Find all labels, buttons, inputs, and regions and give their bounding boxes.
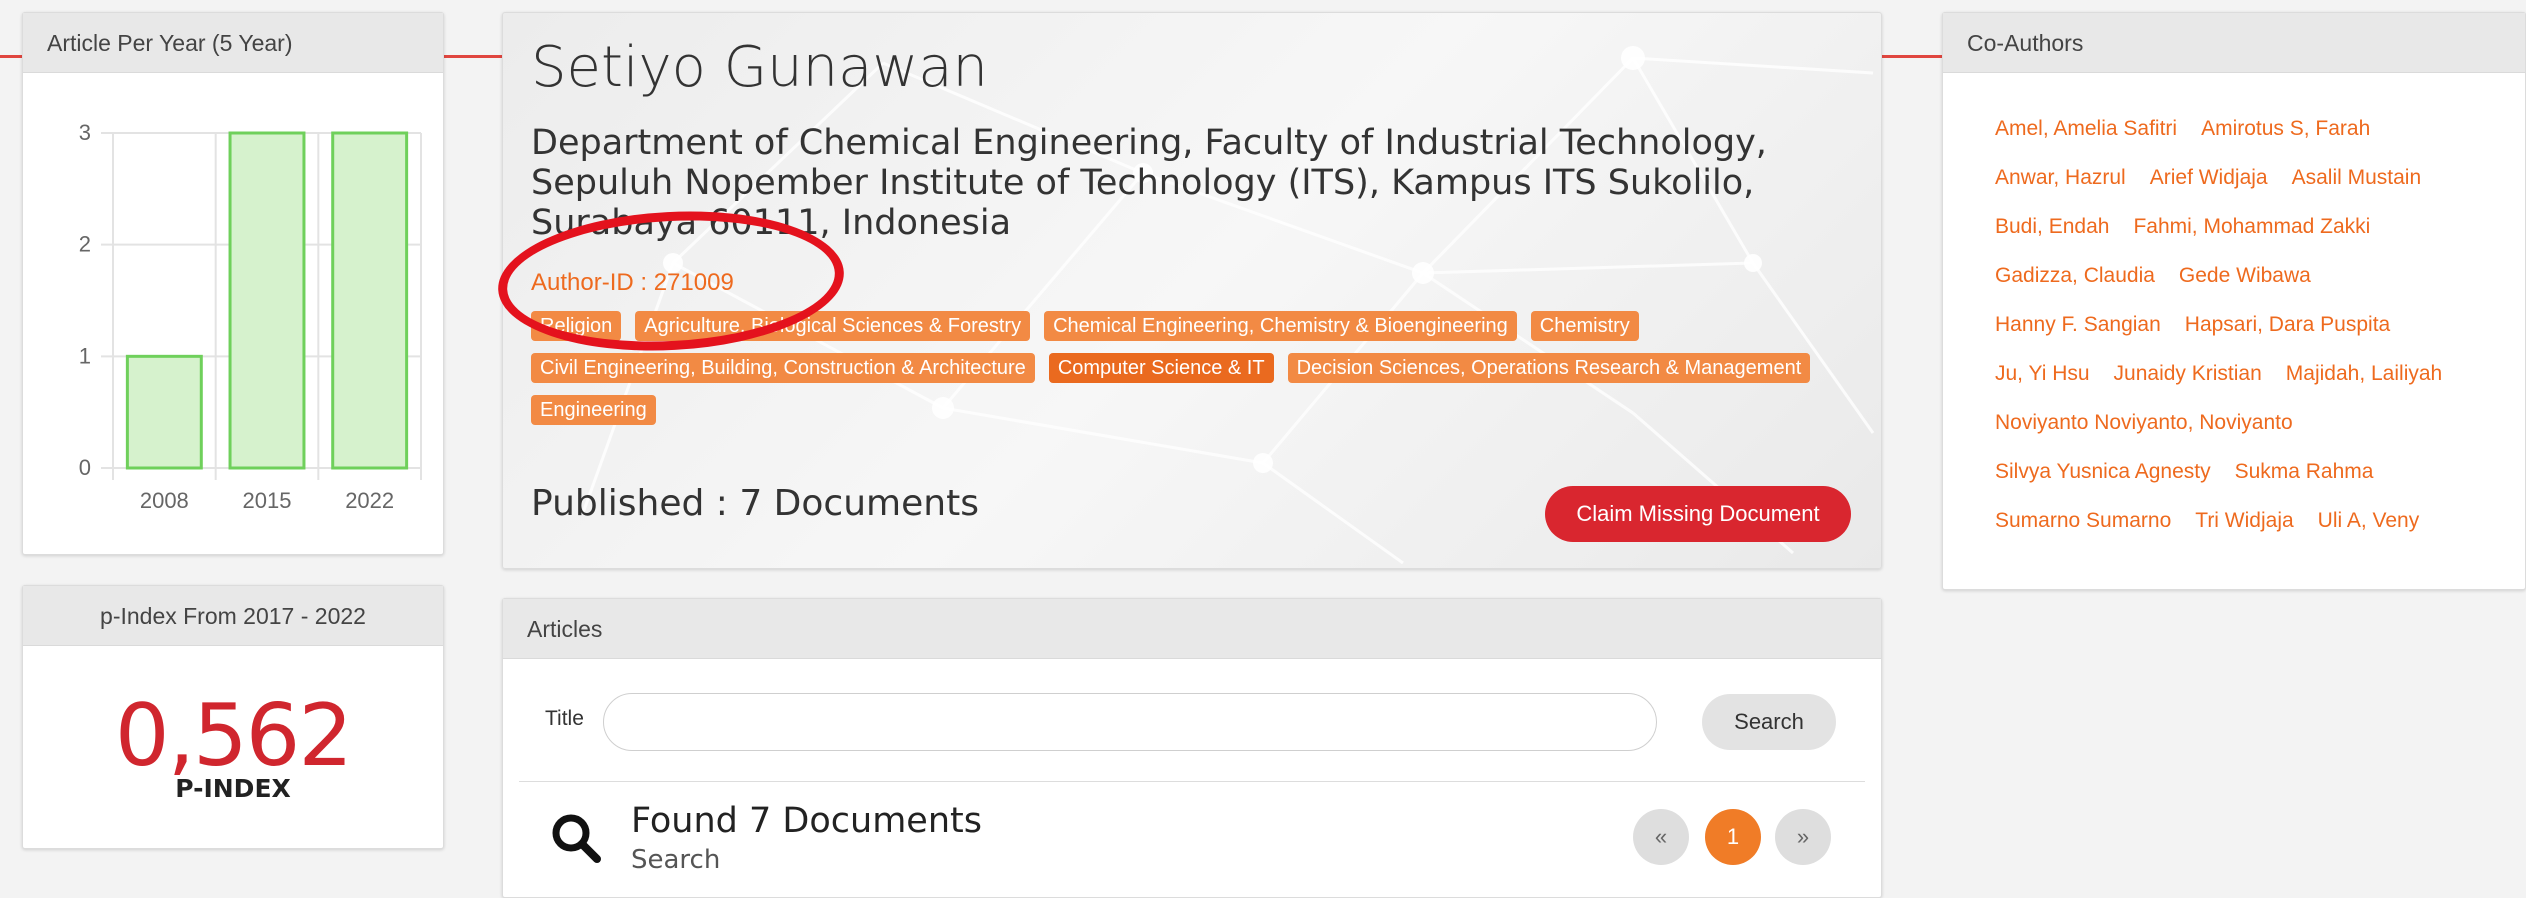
y-tick-label: 2 xyxy=(79,232,91,257)
published-count: Published : 7 Documents xyxy=(531,483,979,524)
coauthor-link[interactable]: Gadizza, Claudia xyxy=(1995,264,2155,288)
found-documents-title: Found 7 Documents xyxy=(631,801,982,841)
coauthor-link[interactable]: Amel, Amelia Safitri xyxy=(1995,117,2177,141)
subject-tag[interactable]: Computer Science & IT xyxy=(1048,353,1274,383)
header-accent-line xyxy=(1882,55,1942,58)
claim-missing-document-button[interactable]: Claim Missing Document xyxy=(1545,486,1851,542)
title-search-input[interactable] xyxy=(603,693,1657,751)
header-accent-line xyxy=(0,55,22,58)
subject-tag[interactable]: Decision Sciences, Operations Research &… xyxy=(1287,353,1811,383)
coauthor-link[interactable]: Sumarno Sumarno xyxy=(1995,509,2171,533)
pagination-page-button[interactable]: 1 xyxy=(1705,809,1761,865)
coauthor-link[interactable]: Asalil Mustain xyxy=(2292,166,2422,190)
article-per-year-panel: Article Per Year (5 Year) 0 1 2 3 2008 2015 20… xyxy=(22,12,444,555)
coauthor-link[interactable]: Budi, Endah xyxy=(1995,215,2109,239)
coauthors-panel-title: Co-Authors xyxy=(1943,13,2525,73)
coauthor-link[interactable]: Uli A, Veny xyxy=(2318,509,2420,533)
pagination-next-button[interactable]: » xyxy=(1775,809,1831,865)
coauthor-link[interactable]: Gede Wibawa xyxy=(2179,264,2311,288)
subject-tag[interactable]: Engineering xyxy=(531,395,656,425)
articles-panel-title: Articles xyxy=(503,599,1881,659)
coauthor-link[interactable]: Majidah, Lailiyah xyxy=(2286,362,2442,386)
coauthor-link[interactable]: Noviyanto Noviyanto, Noviyanto xyxy=(1995,411,2293,435)
pindex-label: P-INDEX xyxy=(175,774,291,803)
coauthor-link[interactable]: Fahmi, Mohammad Zakki xyxy=(2133,215,2370,239)
bar-2022 xyxy=(331,131,409,470)
x-tick-label: 2015 xyxy=(243,488,292,513)
coauthor-link[interactable]: Arief Widjaja xyxy=(2150,166,2268,190)
divider xyxy=(519,781,1865,782)
coauthor-link[interactable]: Sukma Rahma xyxy=(2235,460,2374,484)
pindex-panel: p-Index From 2017 - 2022 0,562 P-INDEX xyxy=(22,585,444,849)
bar-2008 xyxy=(125,354,203,470)
subject-tag[interactable]: Chemistry xyxy=(1530,311,1639,341)
bar-2015 xyxy=(228,131,306,470)
y-tick-label: 1 xyxy=(79,343,91,368)
articles-panel: Articles Title Search Found 7 Documents … xyxy=(502,598,1882,898)
coauthor-link[interactable]: Tri Widjaja xyxy=(2195,509,2293,533)
y-tick-label: 0 xyxy=(79,455,91,480)
coauthors-panel: Co-Authors Amel, Amelia Safitri Amirotus … xyxy=(1942,12,2526,590)
author-name: Setiyo Gunawan xyxy=(531,35,989,100)
title-label: Title xyxy=(545,707,584,730)
subject-tag[interactable]: Chemical Engineering, Chemistry & Bioeng… xyxy=(1044,311,1517,341)
coauthor-link[interactable]: Amirotus S, Farah xyxy=(2201,117,2370,141)
coauthor-link[interactable]: Ju, Yi Hsu xyxy=(1995,362,2090,386)
search-button[interactable]: Search xyxy=(1702,694,1836,750)
coauthor-link[interactable]: Anwar, Hazrul xyxy=(1995,166,2126,190)
coauthor-link[interactable]: Hanny F. Sangian xyxy=(1995,313,2161,337)
coauthor-link[interactable]: Silvya Yusnica Agnesty xyxy=(1995,460,2211,484)
coauthors-list: Amel, Amelia Safitri Amirotus S, Farah An… xyxy=(1995,117,2515,558)
found-documents-subtitle: Search xyxy=(631,845,721,875)
coauthor-link[interactable]: Junaidy Kristian xyxy=(2114,362,2262,386)
pindex-panel-title: p-Index From 2017 - 2022 xyxy=(23,586,443,646)
y-tick-label: 3 xyxy=(79,120,91,145)
search-icon xyxy=(552,814,601,863)
chart-panel-title: Article Per Year (5 Year) xyxy=(23,13,443,73)
pindex-value: 0,562 xyxy=(114,686,353,786)
x-tick-label: 2022 xyxy=(345,488,394,513)
header-accent-line xyxy=(444,55,502,58)
subject-tag[interactable]: Civil Engineering, Building, Constructio… xyxy=(531,353,1035,383)
coauthor-link[interactable]: Hapsari, Dara Puspita xyxy=(2185,313,2390,337)
pagination-prev-button[interactable]: « xyxy=(1633,809,1689,865)
article-per-year-chart: 0 1 2 3 2008 2015 2022 xyxy=(79,120,422,513)
x-tick-label: 2008 xyxy=(140,488,189,513)
